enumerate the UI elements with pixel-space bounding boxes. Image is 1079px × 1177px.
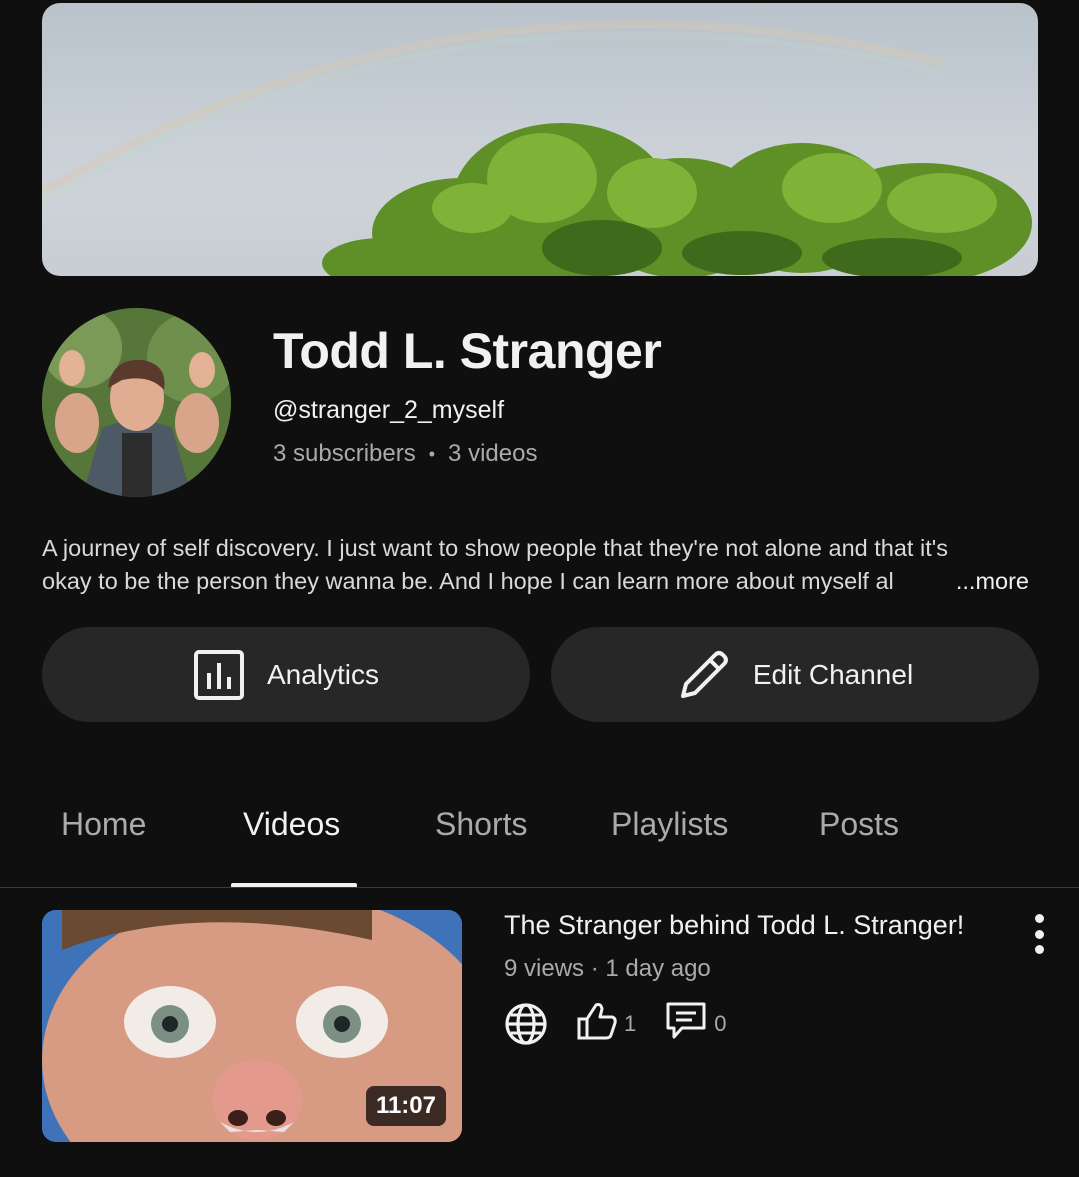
thumbs-up-icon — [576, 1001, 618, 1047]
tab-videos[interactable]: Videos — [243, 806, 340, 843]
like-count: 1 — [624, 1011, 637, 1036]
menu-dot — [1034, 914, 1044, 923]
channel-name: Todd L. Stranger — [273, 323, 662, 379]
edit-channel-label: Edit Channel — [752, 658, 914, 690]
comment-icon — [664, 1000, 708, 1048]
description-line-2: okay to be the person they wanna be. And… — [42, 565, 1037, 598]
description-line-2-text: okay to be the person they wanna be. And… — [42, 568, 894, 594]
comment-count: 0 — [714, 1011, 727, 1036]
video-count: 3 videos — [448, 440, 538, 467]
video-stats-row: 1 0 — [504, 1000, 755, 1048]
likes-stat: 1 — [576, 1001, 636, 1047]
video-title[interactable]: The Stranger behind Todd L. Stranger! — [504, 910, 964, 941]
channel-handle: @stranger_2_myself — [273, 396, 505, 424]
analytics-icon — [193, 649, 245, 701]
tabs-divider — [0, 887, 1079, 888]
analytics-label: Analytics — [266, 658, 380, 690]
description-line-1: A journey of self discovery. I just want… — [42, 535, 948, 561]
more-options-icon[interactable] — [1026, 914, 1052, 954]
channel-description[interactable]: A journey of self discovery. I just want… — [42, 532, 1037, 598]
channel-avatar[interactable] — [42, 308, 231, 497]
more-link[interactable]: ...more — [953, 565, 1029, 598]
subscriber-count: 3 subscribers — [273, 440, 416, 467]
channel-stats: 3 subscribers • 3 videos — [273, 440, 537, 468]
menu-dot — [1034, 945, 1044, 954]
channel-banner — [42, 3, 1038, 276]
menu-dot — [1034, 929, 1044, 939]
analytics-button[interactable]: Analytics — [42, 627, 530, 722]
tab-shorts[interactable]: Shorts — [435, 806, 527, 843]
comments-stat: 0 — [664, 1000, 727, 1048]
tab-home[interactable]: Home — [61, 806, 146, 843]
edit-channel-button[interactable]: Edit Channel — [551, 627, 1039, 722]
channel-tabs: Home Videos Shorts Playlists Posts — [0, 790, 1079, 888]
video-meta: 9 views · 1 day ago — [504, 955, 711, 982]
tab-posts[interactable]: Posts — [819, 806, 899, 843]
video-duration: 11:07 — [365, 1086, 446, 1126]
globe-icon — [504, 1002, 548, 1046]
tab-playlists[interactable]: Playlists — [611, 806, 728, 843]
stats-separator: • — [428, 443, 436, 464]
channel-page: Todd L. Stranger @stranger_2_myself 3 su… — [0, 0, 1079, 1177]
pencil-icon — [677, 648, 731, 702]
video-thumbnail[interactable]: 11:07 — [42, 910, 462, 1142]
